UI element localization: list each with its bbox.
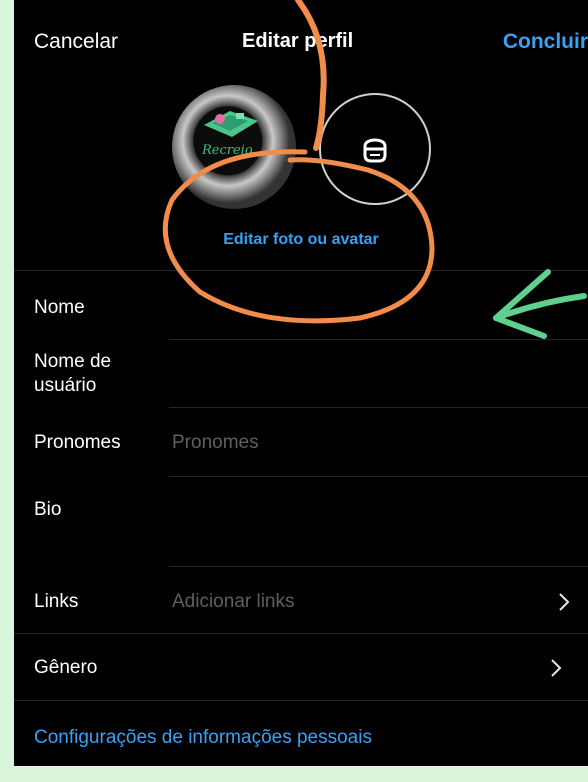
username-label: Nome de usuário (34, 350, 111, 398)
personal-info-settings-link[interactable]: Configurações de informações pessoais (34, 727, 372, 749)
field-divider (169, 476, 588, 477)
bio-label: Bio (34, 499, 62, 520)
username-label-line1: Nome de (34, 351, 112, 372)
avatar-option[interactable] (319, 93, 431, 205)
done-button[interactable]: Concluir (503, 30, 588, 54)
field-divider (169, 566, 588, 567)
navigation-bar: Cancelar Editar perfil Concluir (14, 0, 588, 80)
gender-label[interactable]: Gênero (34, 656, 97, 680)
page-title: Editar perfil (242, 30, 354, 52)
name-field[interactable] (172, 285, 572, 335)
avatar-face-icon (363, 138, 387, 163)
cancel-button[interactable]: Cancelar (34, 30, 118, 54)
pronouns-label: Pronomes (34, 432, 121, 453)
logo-icon (204, 111, 258, 137)
logo-text: Recreio (202, 143, 253, 158)
edit-photo-link[interactable]: Editar foto ou avatar (14, 231, 588, 249)
section-divider (14, 700, 588, 701)
chevron-right-icon[interactable] (558, 592, 570, 612)
username-label-line2: usuário (34, 375, 97, 396)
username-field[interactable] (172, 345, 572, 403)
field-divider (169, 339, 588, 340)
links-label: Links (34, 591, 79, 612)
name-label: Nome (34, 297, 85, 318)
pronouns-input[interactable]: Pronomes (172, 432, 259, 454)
links-input[interactable]: Adicionar links (172, 591, 295, 613)
field-divider (169, 407, 588, 408)
section-divider (14, 633, 588, 634)
edit-profile-screen: Cancelar Editar perfil Concluir Recreio … (14, 0, 588, 766)
section-divider (14, 270, 588, 271)
profile-photo[interactable]: Recreio (172, 85, 296, 209)
chevron-right-icon[interactable] (550, 658, 562, 678)
bio-field[interactable] (172, 484, 572, 560)
